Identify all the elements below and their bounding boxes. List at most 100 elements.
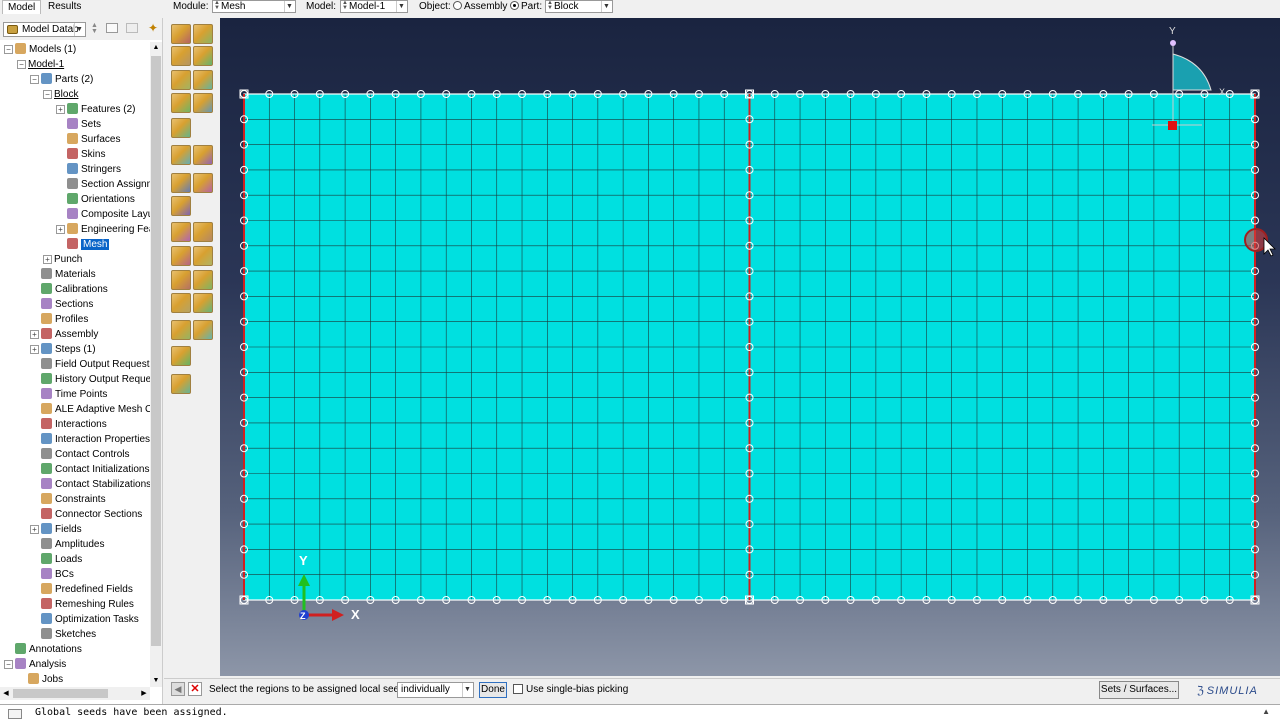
- tree-item[interactable]: Profiles: [30, 312, 88, 327]
- seed-edges-icon[interactable]: [193, 24, 213, 44]
- tree-item[interactable]: Skins: [56, 147, 105, 162]
- tree-item[interactable]: Contact Stabilizations: [30, 477, 151, 492]
- tree-item[interactable]: − Block: [43, 87, 78, 102]
- filter-icon[interactable]: [126, 23, 138, 33]
- expand-icon[interactable]: +: [30, 345, 39, 354]
- tree-item[interactable]: Time Points: [30, 387, 107, 402]
- tree-item[interactable]: Orientations: [56, 192, 135, 207]
- part-mesh[interactable]: [243, 93, 1256, 601]
- region-tool-icon[interactable]: [171, 346, 191, 366]
- scroll-down-icon[interactable]: ▼: [150, 675, 162, 687]
- collapse-icon[interactable]: −: [43, 90, 52, 99]
- tree-item[interactable]: Field Output Requests: [30, 357, 155, 372]
- expand-tree-icon[interactable]: [106, 23, 118, 33]
- tree-item[interactable]: ALE Adaptive Mesh Con: [30, 402, 162, 417]
- tree-item[interactable]: Loads: [30, 552, 82, 567]
- scroll-up-icon[interactable]: ▲: [150, 42, 162, 54]
- tree-item[interactable]: Sets: [56, 117, 101, 132]
- tree-item[interactable]: Sketches: [30, 627, 96, 642]
- tree-item[interactable]: History Output Requests: [30, 372, 162, 387]
- partition-cell-icon[interactable]: [171, 118, 191, 138]
- verify-mesh-icon[interactable]: [171, 93, 191, 113]
- tree-item[interactable]: Stringers: [56, 162, 121, 177]
- tree-item[interactable]: + Assembly: [30, 327, 98, 342]
- seed-method-combo[interactable]: individually ▼: [397, 682, 474, 698]
- delete-mesh-icon[interactable]: [193, 46, 213, 66]
- mesh-part-icon[interactable]: [171, 46, 191, 66]
- collapse-icon[interactable]: −: [30, 75, 39, 84]
- single-bias-checkbox[interactable]: [513, 684, 523, 694]
- axis-tool-icon[interactable]: [193, 270, 213, 290]
- graphics-viewport[interactable]: Y X Y Z X: [220, 18, 1280, 676]
- tree-item[interactable]: Contact Controls: [30, 447, 129, 462]
- expand-icon[interactable]: +: [30, 525, 39, 534]
- spin-arrows-icon[interactable]: ▲ ▼: [91, 22, 98, 35]
- tree-item[interactable]: Interactions: [30, 417, 107, 432]
- tree-item[interactable]: + Engineering Featu: [56, 222, 162, 237]
- assign-element-type-icon[interactable]: [193, 70, 213, 90]
- scroll-thumb[interactable]: [151, 56, 161, 646]
- lightbulb-icon[interactable]: ✦: [148, 21, 158, 35]
- tab-model[interactable]: Model: [2, 0, 42, 14]
- message-toggle-icon[interactable]: [8, 709, 22, 719]
- tree-item[interactable]: Constraints: [30, 492, 106, 507]
- scroll-left-icon[interactable]: ◀: [0, 687, 12, 700]
- tree-item[interactable]: Connector Sections: [30, 507, 142, 522]
- tab-results[interactable]: Results: [43, 0, 86, 14]
- coordinate-tool-icon[interactable]: [171, 270, 191, 290]
- query-icon[interactable]: [193, 145, 213, 165]
- tree-item[interactable]: − Model-1: [17, 57, 64, 72]
- tree-item[interactable]: Optimization Tasks: [30, 612, 139, 627]
- transform-icon[interactable]: [171, 293, 191, 313]
- back-arrow-icon[interactable]: ◀: [171, 682, 185, 696]
- module-combo[interactable]: ▲ ▼ Mesh ▼: [212, 0, 296, 13]
- tree-item[interactable]: + Punch: [43, 252, 82, 267]
- expand-icon[interactable]: +: [30, 330, 39, 339]
- seed-part-icon[interactable]: [171, 24, 191, 44]
- tree-item[interactable]: Contact Initializations: [30, 462, 150, 477]
- expand-icon[interactable]: +: [43, 255, 52, 264]
- mesh-check-icon[interactable]: [193, 93, 213, 113]
- radio-assembly[interactable]: Assembly: [453, 0, 507, 14]
- datum-point-icon[interactable]: [171, 222, 191, 242]
- tree-item[interactable]: − Analysis: [4, 657, 66, 672]
- tree-horizontal-scrollbar[interactable]: ◀ ▶: [0, 687, 150, 700]
- part-combo[interactable]: ▲ ▼ Block ▼: [545, 0, 613, 13]
- tree-item[interactable]: − Parts (2): [30, 72, 93, 87]
- sets-surfaces-button[interactable]: Sets / Surfaces...: [1099, 681, 1179, 699]
- tree-item[interactable]: Calibrations: [30, 282, 108, 297]
- model-combo[interactable]: ▲ ▼ Model-1 ▼: [340, 0, 408, 13]
- message-scroll-up-icon[interactable]: ▲: [1262, 707, 1270, 716]
- tree-item[interactable]: + Features (2): [56, 102, 135, 117]
- partition-face-icon[interactable]: [171, 196, 191, 216]
- expand-icon[interactable]: +: [56, 225, 65, 234]
- project-icon[interactable]: [193, 293, 213, 313]
- merge-mesh-icon[interactable]: [193, 173, 213, 193]
- assign-mesh-controls-icon[interactable]: [171, 70, 191, 90]
- tools-icon[interactable]: [171, 374, 191, 394]
- tree-item[interactable]: Amplitudes: [30, 537, 104, 552]
- hscroll-thumb[interactable]: [13, 689, 108, 698]
- scroll-right-icon[interactable]: ▶: [138, 687, 150, 700]
- tree-item[interactable]: − Models (1): [4, 42, 76, 57]
- viewport-canvas[interactable]: Y X Y Z X: [220, 18, 1280, 676]
- virtual-topology-icon[interactable]: [171, 145, 191, 165]
- tree-item[interactable]: Composite Layups: [56, 207, 162, 222]
- tree-item[interactable]: Sections: [30, 297, 93, 312]
- tree-item[interactable]: Predefined Fields: [30, 582, 133, 597]
- box-tool-icon[interactable]: [193, 320, 213, 340]
- collapse-icon[interactable]: −: [17, 60, 26, 69]
- tree-item[interactable]: + Fields: [30, 522, 82, 537]
- database-combo[interactable]: Model Datab ▼: [3, 22, 86, 37]
- datum-plane-icon[interactable]: [171, 246, 191, 266]
- tree-item[interactable]: Remeshing Rules: [30, 597, 134, 612]
- datum-csys-icon[interactable]: [193, 246, 213, 266]
- tree-item[interactable]: Surfaces: [56, 132, 120, 147]
- edit-mesh-icon[interactable]: [171, 173, 191, 193]
- tree-item[interactable]: Materials: [30, 267, 96, 282]
- tree-item[interactable]: + Steps (1): [30, 342, 96, 357]
- tree-item[interactable]: Jobs: [17, 672, 63, 687]
- tree-item[interactable]: BCs: [30, 567, 74, 582]
- tree-item[interactable]: Section Assignme: [56, 177, 161, 192]
- cancel-x-icon[interactable]: ✕: [188, 682, 202, 696]
